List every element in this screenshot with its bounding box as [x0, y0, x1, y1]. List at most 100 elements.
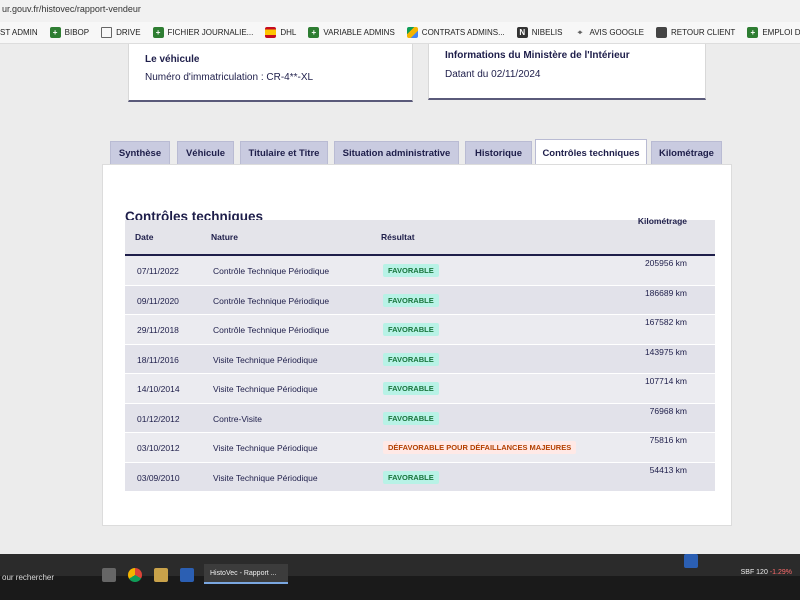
row-result-badge: DÉFAVORABLE POUR DÉFAILLANCES MAJEURES	[383, 441, 577, 454]
app-l-icon[interactable]	[180, 568, 194, 582]
taskbar: our rechercher HistoVec - Rapport ... SB…	[0, 554, 800, 600]
bookmark-item[interactable]: +EMPLOI DU TEMPS...	[747, 27, 800, 38]
bookmark-item[interactable]: ST ADMIN	[0, 28, 38, 37]
calendar-icon	[656, 27, 667, 38]
header-result: Résultat	[381, 232, 415, 242]
vehicle-info-box: Le véhicule Numéro d'immatriculation : C…	[128, 44, 413, 102]
task-view-icon[interactable]	[102, 568, 116, 582]
row-km: 186689 km	[644, 287, 687, 298]
tab-titulaire-et-titre[interactable]: Titulaire et Titre	[240, 141, 328, 165]
tab-situation-administrative[interactable]: Situation administrative	[334, 141, 459, 165]
tab-synthese[interactable]: Synthèse	[110, 141, 170, 165]
row-nature: Visite Technique Périodique	[213, 354, 318, 365]
header-date: Date	[135, 232, 154, 242]
table-row: 14/10/2014 Visite Technique Périodique FAV…	[125, 374, 715, 404]
bookmark-item[interactable]: RETOUR CLIENT	[656, 27, 735, 38]
flag-icon	[265, 27, 277, 38]
ticker-name: SBF 120	[740, 569, 768, 576]
address-bar[interactable]: ur.gouv.fr/histovec/rapport-vendeur	[0, 0, 800, 22]
row-result-badge: FAVORABLE	[383, 352, 439, 366]
header-km: Kilométrage	[637, 216, 687, 226]
bookmark-green-icon: +	[49, 27, 61, 38]
bookmark-label: RETOUR CLIENT	[671, 28, 736, 37]
row-date: 29/11/2018	[137, 325, 179, 335]
bookmark-item[interactable]: + FICHIER JOURNALIE...	[152, 27, 254, 38]
bookmarks-bar: ST ADMIN + BIBOP DRIVE + FICHIER JOURNALIE...…	[0, 22, 800, 44]
chrome-icon[interactable]	[128, 568, 142, 582]
table-row: 29/11/2018 Contrôle Technique Périodique F…	[125, 315, 715, 345]
row-nature: Contrôle Technique Périodique	[213, 295, 330, 306]
bookmark-item[interactable]: ⌖ AVIS GOOGLE	[574, 27, 644, 38]
taskbar-search[interactable]: our rechercher	[2, 573, 54, 582]
bookmark-label: DRIVE	[116, 28, 141, 37]
table-body: 07/11/2022 Contrôle Technique Périodique F…	[125, 256, 715, 492]
bookmark-item[interactable]: + BIBOP	[49, 27, 90, 38]
table-row: 01/12/2012 Contre-Visite FAVORABLE 76968 km	[125, 403, 715, 433]
bookmark-label: CONTRATS ADMINS...	[421, 28, 505, 37]
row-date: 03/10/2012	[137, 443, 180, 453]
bookmark-green-icon: +	[308, 27, 320, 38]
tray-l-icon[interactable]	[684, 554, 698, 568]
bookmark-item[interactable]: DHL	[265, 27, 296, 38]
bookmark-label: AVIS GOOGLE	[589, 28, 644, 37]
controls-panel: Contrôles techniques Date Nature Résulta…	[102, 164, 732, 526]
table-row: 03/09/2010 Visite Technique Périodique FAV…	[125, 462, 715, 492]
page-content: Le véhicule Numéro d'immatriculation : C…	[0, 44, 800, 554]
nibelis-icon: N	[516, 27, 528, 38]
row-km: 205956 km	[644, 258, 687, 268]
bookmark-label: EMPLOI DU TEMPS...	[762, 28, 800, 37]
row-nature: Visite Technique Périodique	[213, 472, 318, 483]
bookmark-item[interactable]: DRIVE	[101, 27, 141, 38]
map-pin-icon: ⌖	[577, 28, 583, 37]
row-km: 167582 km	[644, 317, 687, 327]
bookmark-label: FICHIER JOURNALIE...	[167, 28, 254, 37]
row-date: 14/10/2014	[137, 384, 180, 394]
bookmark-green-icon: +	[152, 27, 164, 38]
ministry-info-box: Informations du Ministère de l'Intérieur…	[428, 44, 706, 100]
row-date: 03/09/2010	[137, 472, 180, 483]
row-result-badge: FAVORABLE	[383, 264, 439, 277]
row-date: 07/11/2022	[137, 266, 179, 276]
row-km: 76968 km	[649, 405, 687, 416]
plate-number-label: Numéro d'immatriculation : CR-4**-XL	[145, 72, 314, 83]
tab-historique[interactable]: Historique	[465, 141, 532, 165]
tab-vehicule[interactable]: Véhicule	[177, 141, 234, 165]
row-nature: Contrôle Technique Périodique	[213, 266, 330, 276]
bookmark-label: VARIABLE ADMINS	[323, 28, 395, 37]
bookmark-green-icon: +	[747, 27, 759, 38]
row-nature: Visite Technique Périodique	[213, 443, 318, 453]
row-date: 18/11/2016	[137, 354, 179, 365]
row-result-badge: FAVORABLE	[383, 323, 439, 336]
tab-controles-techniques[interactable]: Contrôles techniques	[535, 139, 647, 166]
tab-kilometrage[interactable]: Kilométrage	[651, 141, 722, 165]
bookmark-item[interactable]: + VARIABLE ADMINS	[308, 27, 395, 38]
table-row: 07/11/2022 Contrôle Technique Périodique F…	[125, 256, 715, 286]
vehicle-box-title: Le véhicule	[145, 54, 200, 65]
ministry-box-title: Informations du Ministère de l'Intérieur	[445, 50, 630, 61]
row-result-badge: FAVORABLE	[383, 293, 439, 307]
bookmark-item[interactable]: CONTRATS ADMINS...	[406, 27, 505, 38]
row-result-badge: FAVORABLE	[383, 382, 439, 395]
file-explorer-icon[interactable]	[154, 568, 168, 582]
row-km: 143975 km	[644, 346, 687, 357]
taskbar-strip	[0, 554, 800, 576]
bookmark-label: ST ADMIN	[0, 28, 38, 37]
controls-table: Date Nature Résultat Kilométrage 07/11/2…	[125, 216, 715, 492]
row-km: 107714 km	[644, 376, 687, 386]
taskbar-histovec-window[interactable]: HistoVec - Rapport ...	[204, 564, 288, 584]
bookmark-label: DHL	[280, 28, 297, 37]
row-date: 01/12/2012	[137, 413, 180, 424]
table-row: 18/11/2016 Visite Technique Périodique FAV…	[125, 344, 715, 374]
row-result-badge: FAVORABLE	[383, 470, 439, 484]
row-nature: Contre-Visite	[213, 413, 262, 424]
stock-ticker[interactable]: SBF 120 -1.29%	[741, 569, 792, 576]
table-row: 09/11/2020 Contrôle Technique Périodique F…	[125, 285, 715, 315]
ticker-change: -1.29%	[769, 569, 792, 576]
bookmark-item[interactable]: N NIBELIS	[516, 27, 563, 38]
folder-icon	[101, 27, 113, 38]
row-nature: Contrôle Technique Périodique	[213, 325, 330, 335]
bookmark-label: BIBOP	[64, 28, 90, 37]
table-header: Date Nature Résultat Kilométrage	[125, 216, 715, 256]
row-result-badge: FAVORABLE	[383, 411, 439, 425]
bookmark-label: NIBELIS	[531, 28, 563, 37]
